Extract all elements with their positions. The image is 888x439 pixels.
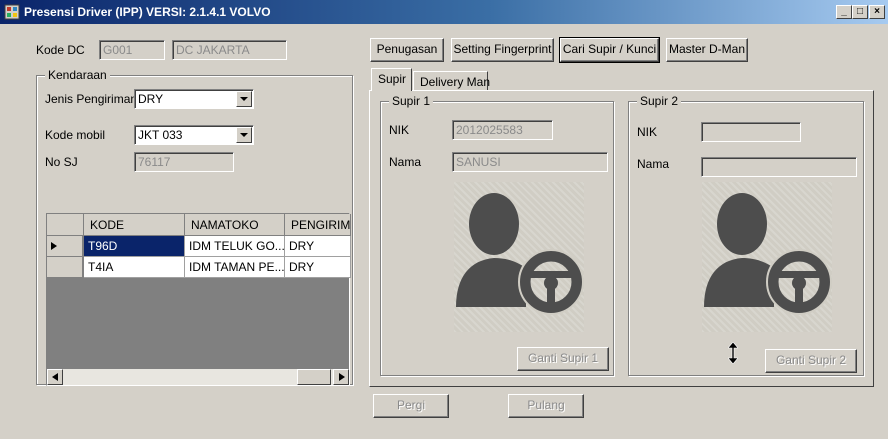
kendaraan-title: Kendaraan — [45, 68, 110, 82]
supir2-nama-field[interactable] — [701, 157, 857, 177]
scroll-left-button[interactable] — [47, 369, 63, 385]
chevron-down-icon[interactable] — [236, 127, 252, 143]
grid-header-namatoko[interactable]: NAMATOKO — [185, 214, 285, 236]
store-grid[interactable]: KODE NAMATOKO PENGIRIMA T96D IDM TELUK G… — [46, 213, 351, 386]
no-sj-field[interactable]: 76117 — [134, 152, 234, 172]
table-cell-pengiriman[interactable]: DRY — [285, 236, 351, 257]
supir2-nik-field[interactable] — [701, 122, 801, 142]
kode-dc-code-field[interactable]: G001 — [99, 40, 165, 60]
current-row-arrow-icon — [51, 242, 57, 250]
supir1-nik-field[interactable]: 2012025583 — [452, 120, 553, 140]
table-row-header[interactable] — [47, 236, 83, 257]
scroll-thumb[interactable] — [297, 369, 331, 385]
setting-fingerprint-button[interactable]: Setting Fingerprint — [451, 38, 554, 62]
cari-supir-button[interactable]: Cari Supir / Kunci — [559, 37, 660, 63]
jenis-pengiriman-value: DRY — [138, 92, 164, 106]
grid-header-pengiriman[interactable]: PENGIRIMA — [285, 214, 351, 236]
close-icon: × — [874, 6, 880, 17]
table-cell-kode[interactable]: T4IA — [84, 257, 185, 278]
tab-delivery-man[interactable]: Delivery Man — [413, 71, 490, 91]
table-cell-kode[interactable]: T96D — [84, 236, 185, 257]
ganti-supir2-button[interactable]: Ganti Supir 2 — [765, 349, 857, 373]
kode-dc-label: Kode DC — [36, 43, 85, 57]
pergi-button[interactable]: Pergi — [373, 394, 449, 418]
kode-mobil-label: Kode mobil — [45, 128, 106, 142]
penugasan-button[interactable]: Penugasan — [370, 38, 444, 62]
close-button[interactable]: × — [869, 5, 885, 19]
minimize-icon: _ — [841, 6, 847, 17]
supir1-title: Supir 1 — [389, 94, 434, 108]
resize-cursor-icon — [728, 342, 738, 364]
table-cell-namatoko[interactable]: IDM TELUK GO... — [185, 236, 285, 257]
window-title: Presensi Driver (IPP) VERSI: 2.1.4.1 VOL… — [24, 5, 271, 19]
table-row-header[interactable] — [47, 257, 83, 278]
table-cell-pengiriman[interactable]: DRY — [285, 257, 351, 278]
driver-icon — [704, 193, 832, 315]
chevron-down-icon[interactable] — [236, 91, 252, 107]
horizontal-scrollbar[interactable] — [47, 369, 349, 385]
kode-mobil-select[interactable]: JKT 033 — [134, 125, 254, 145]
kode-mobil-value: JKT 033 — [138, 128, 183, 142]
supir2-title: Supir 2 — [637, 94, 682, 108]
supir1-nama-field[interactable]: SANUSI — [452, 152, 608, 172]
supir2-photo — [702, 182, 832, 332]
supir2-nik-label: NIK — [637, 125, 658, 139]
no-sj-label: No SJ — [45, 155, 78, 169]
maximize-button[interactable]: □ — [852, 5, 868, 19]
tab-supir[interactable]: Supir — [371, 68, 412, 91]
grid-header-kode[interactable]: KODE — [84, 214, 185, 236]
jenis-pengiriman-select[interactable]: DRY — [134, 89, 254, 109]
supir1-nik-label: NIK — [389, 123, 410, 137]
minimize-button[interactable]: _ — [836, 5, 852, 19]
maximize-icon: □ — [856, 6, 864, 17]
supir1-nama-label: Nama — [389, 155, 422, 169]
arrow-left-icon — [52, 373, 58, 381]
scroll-right-button[interactable] — [333, 369, 349, 385]
pulang-button[interactable]: Pulang — [508, 394, 584, 418]
master-dman-button[interactable]: Master D-Man — [666, 38, 748, 62]
table-cell-namatoko[interactable]: IDM TAMAN PE... — [185, 257, 285, 278]
arrow-right-icon — [339, 373, 345, 381]
driver-icon — [456, 193, 584, 315]
ganti-supir1-button[interactable]: Ganti Supir 1 — [517, 347, 609, 371]
supir1-photo — [454, 182, 584, 332]
grid-corner-header — [47, 214, 84, 236]
jenis-pengiriman-label: Jenis Pengiriman — [45, 92, 138, 106]
app-icon — [4, 4, 20, 20]
title-bar[interactable]: Presensi Driver (IPP) VERSI: 2.1.4.1 VOL… — [0, 0, 888, 24]
kode-dc-name-field[interactable]: DC JAKARTA — [172, 40, 287, 60]
supir2-nama-label: Nama — [637, 157, 670, 171]
